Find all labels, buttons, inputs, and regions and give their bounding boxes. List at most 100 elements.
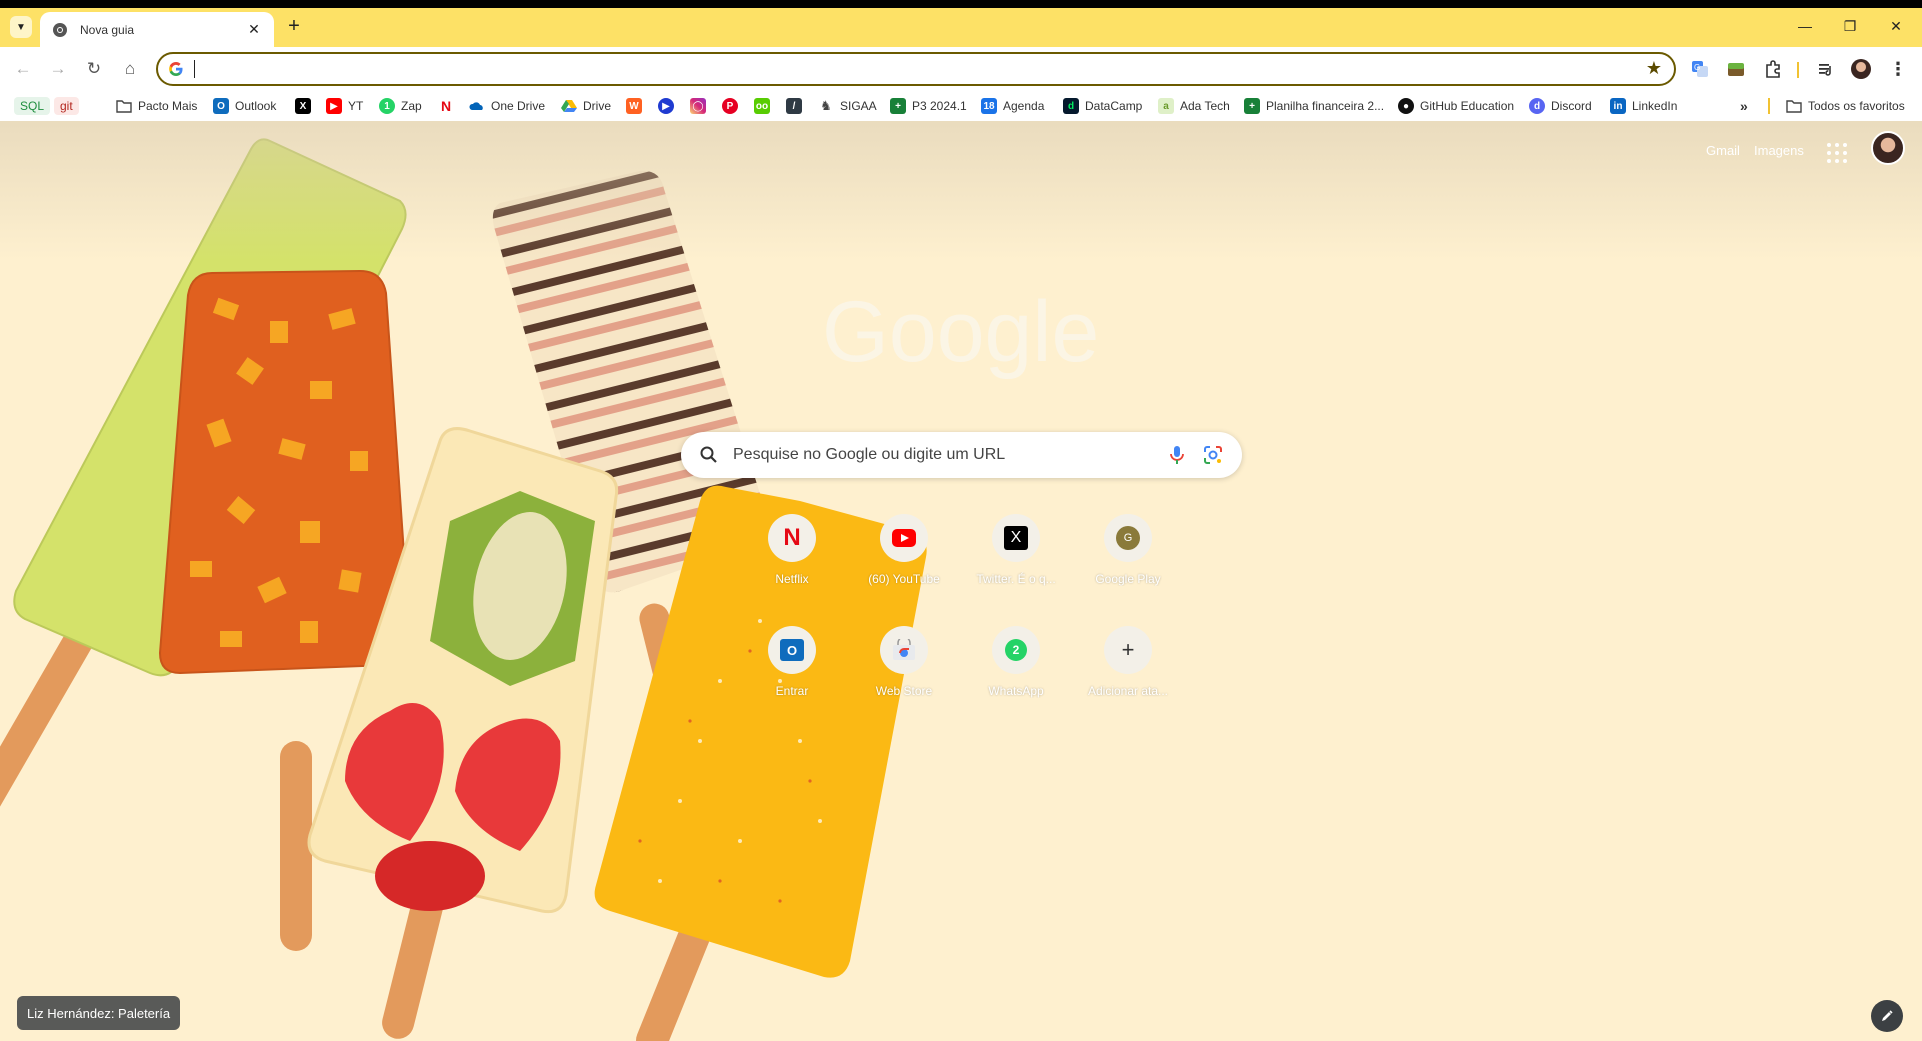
shortcut-label: Netflix	[775, 572, 809, 586]
theme-attribution[interactable]: Liz Hernández: Paletería	[17, 996, 181, 1030]
bookmark-star-icon[interactable]: ★	[1646, 58, 1662, 79]
notion-icon: /	[786, 98, 802, 114]
whatsapp-icon: 1	[379, 98, 395, 114]
translate-icon[interactable]: G	[1689, 58, 1711, 80]
forward-icon[interactable]: →	[47, 58, 69, 80]
discord-icon: d	[1529, 98, 1545, 114]
bookmark-netflix[interactable]: N	[438, 96, 460, 116]
bookmark-label: Drive	[583, 99, 612, 113]
primevideo-icon: ▶	[658, 98, 674, 114]
svg-text:Google: Google	[822, 291, 1099, 380]
bookmark-x[interactable]: X	[295, 96, 317, 116]
extensions-puzzle-icon[interactable]	[1762, 58, 1784, 80]
search-placeholder: Pesquise no Google ou digite um URL	[733, 446, 1006, 463]
media-queue-icon[interactable]	[1815, 58, 1837, 80]
bookmark-ada-tech[interactable]: a Ada Tech	[1158, 96, 1230, 116]
kebab-menu-icon[interactable]: ⋮	[1887, 58, 1909, 80]
bookmark-duolingo[interactable]: oo	[754, 96, 776, 116]
bookmark-discord[interactable]: d Discord	[1529, 96, 1592, 116]
chrome-icon	[53, 22, 67, 37]
onedrive-icon	[469, 98, 485, 114]
gmail-link[interactable]: Gmail	[1706, 143, 1740, 158]
adatech-icon: a	[1158, 98, 1174, 114]
bookmark-drive[interactable]: Drive	[561, 96, 611, 116]
shortcut-google-play[interactable]: G Google Play	[1072, 500, 1184, 610]
minimize-icon[interactable]: —	[1795, 18, 1815, 34]
github-icon: ●	[1398, 98, 1414, 114]
sheets-icon: +	[890, 98, 906, 114]
bookmark-pinterest[interactable]: P	[722, 96, 744, 116]
bookmark-label: Zap	[401, 99, 422, 113]
svg-text:G: G	[1694, 63, 1700, 72]
restore-icon[interactable]: ❐	[1840, 18, 1860, 35]
bookmark-sql[interactable]: SQL	[14, 96, 51, 116]
search-icon	[700, 446, 717, 463]
bookmark-wattpad[interactable]: W	[626, 96, 648, 116]
bookmark-zap[interactable]: 1 Zap	[379, 96, 422, 116]
bookmark-linkedin[interactable]: in LinkedIn	[1610, 96, 1677, 116]
bookmark-p3[interactable]: + P3 2024.1	[890, 96, 967, 116]
bookmark-agenda[interactable]: 18 Agenda	[981, 96, 1044, 116]
bookmark-sigaa[interactable]: ♞ SIGAA	[818, 96, 877, 116]
bookmark-outlook[interactable]: O Outlook	[213, 96, 276, 116]
youtube-icon: ▶	[326, 98, 342, 114]
bookmark-label: DataCamp	[1085, 99, 1143, 113]
sigaa-icon: ♞	[820, 98, 832, 113]
outlook-icon: O	[768, 626, 816, 674]
pinterest-icon: P	[722, 98, 738, 114]
home-icon[interactable]: ⌂	[119, 58, 141, 80]
shortcut-web-store[interactable]: Web Store	[848, 612, 960, 722]
reload-icon[interactable]: ↻	[83, 58, 105, 80]
address-bar[interactable]: ★	[156, 52, 1676, 86]
bookmark-label: Planilha financeira 2...	[1266, 99, 1385, 113]
close-tab-icon[interactable]: ✕	[246, 21, 262, 38]
google-play-icon: G	[1104, 514, 1152, 562]
tab-title: Nova guia	[80, 22, 135, 37]
tab-strip: ▼ Nova guia ✕ + — ❐ ✕	[0, 8, 1922, 47]
shortcut-label: Entrar	[775, 684, 809, 698]
bookmark-datacamp[interactable]: d DataCamp	[1063, 96, 1142, 116]
new-tab-page: Gmail Imagens Google Pesquise no Google …	[0, 121, 1922, 1041]
tab-new-tab[interactable]: Nova guia ✕	[40, 12, 274, 47]
shortcut-whatsapp[interactable]: 2 WhatsApp	[960, 612, 1072, 722]
new-tab-button[interactable]: +	[284, 16, 304, 37]
bookmark-yt[interactable]: ▶ YT	[326, 96, 363, 116]
tab-search-button[interactable]: ▼	[10, 16, 32, 38]
bookmark-instagram[interactable]: ◯	[690, 96, 712, 116]
shortcut-add[interactable]: + Adicionar ata...	[1072, 612, 1184, 722]
bookmark-primevideo[interactable]: ▶	[658, 96, 680, 116]
bookmark-pacto-mais[interactable]: Pacto Mais	[116, 96, 197, 116]
shortcut-label: Web Store	[875, 684, 933, 698]
customize-pencil-icon[interactable]	[1871, 1000, 1903, 1032]
bookmark-one-drive[interactable]: One Drive	[469, 96, 545, 116]
bookmark-label: P3 2024.1	[912, 99, 967, 113]
bookmark-notion[interactable]: /	[786, 96, 808, 116]
google-lens-icon[interactable]	[1202, 444, 1224, 466]
profile-avatar[interactable]	[1850, 58, 1872, 80]
close-window-icon[interactable]: ✕	[1886, 18, 1906, 35]
bookmarks-overflow-icon[interactable]: »	[1740, 96, 1748, 116]
bookmark-github-education[interactable]: ● GitHub Education	[1398, 96, 1514, 116]
voice-search-icon[interactable]	[1168, 444, 1186, 466]
x-icon: X	[992, 514, 1040, 562]
shortcut-netflix[interactable]: N Netflix	[736, 500, 848, 610]
duolingo-icon: oo	[754, 98, 770, 114]
bookmark-label: One Drive	[491, 99, 546, 113]
google-apps-icon[interactable]	[1827, 143, 1847, 163]
shortcut-youtube[interactable]: (60) YouTube	[848, 500, 960, 610]
linkedin-icon: in	[1610, 98, 1626, 114]
images-link[interactable]: Imagens	[1754, 143, 1804, 158]
folder-icon	[1786, 98, 1802, 114]
plus-icon: +	[1104, 626, 1152, 674]
extension-grass-icon[interactable]	[1725, 58, 1747, 80]
bookmark-git[interactable]: git	[54, 96, 79, 116]
all-bookmarks-folder[interactable]: Todos os favoritos	[1786, 96, 1905, 116]
shortcut-twitter[interactable]: X Twitter. É o q...	[960, 500, 1072, 610]
chevron-down-icon: ▼	[16, 21, 26, 33]
back-icon[interactable]: ←	[12, 58, 34, 80]
bookmark-planilha[interactable]: + Planilha financeira 2...	[1244, 96, 1384, 116]
search-box[interactable]: Pesquise no Google ou digite um URL	[681, 432, 1242, 478]
account-avatar[interactable]	[1871, 131, 1905, 165]
shortcut-entrar[interactable]: O Entrar	[736, 612, 848, 722]
x-icon: X	[295, 98, 311, 114]
